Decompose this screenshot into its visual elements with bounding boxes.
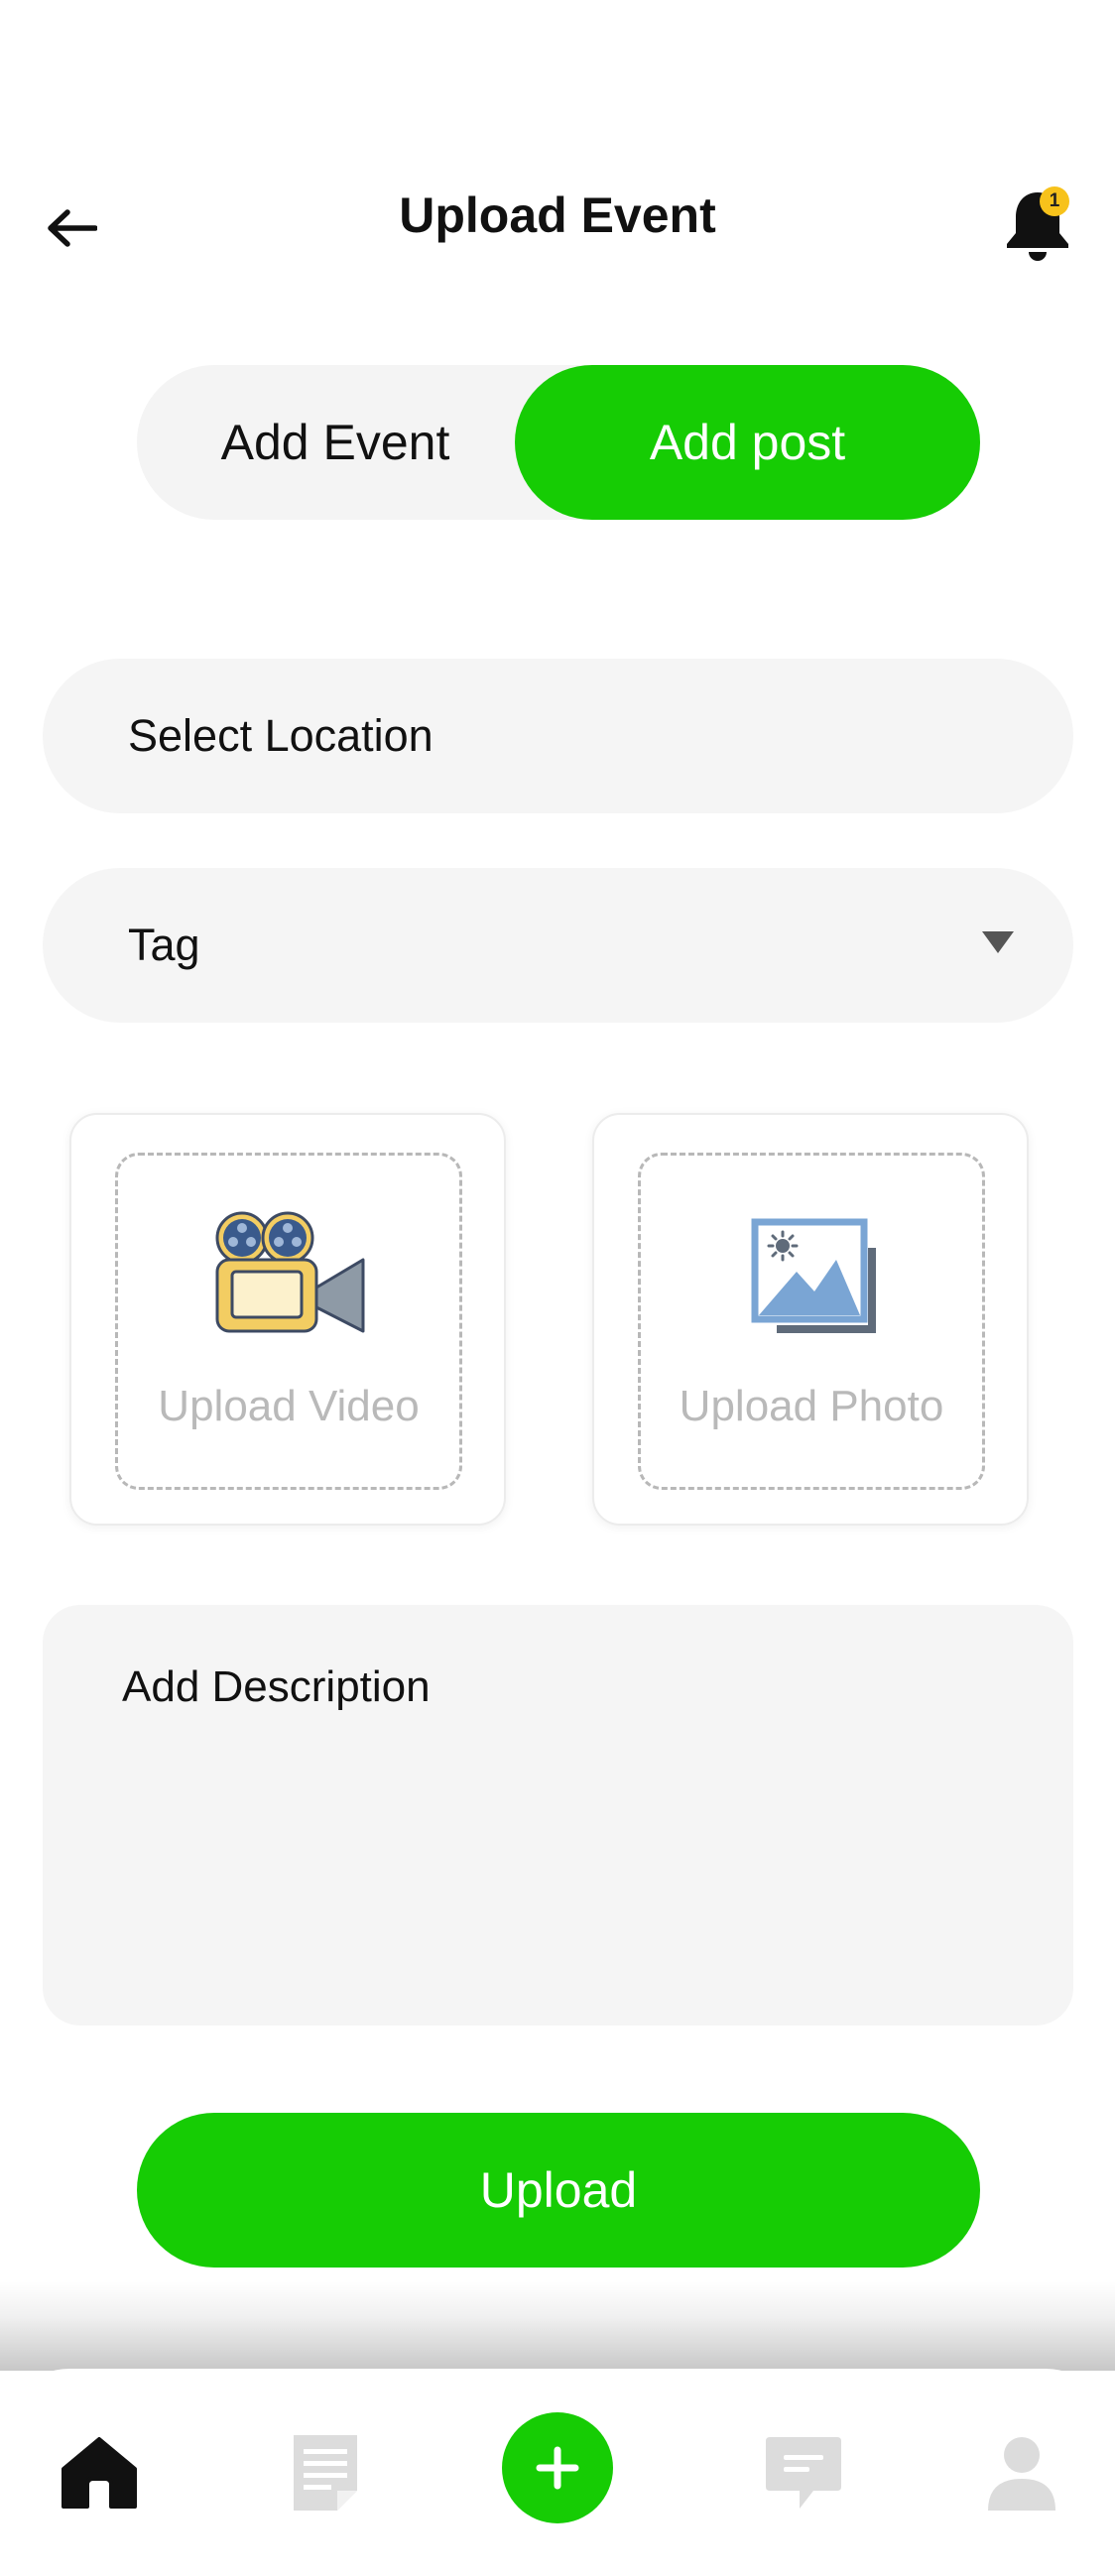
upload-photo-dropzone[interactable]: Upload Photo <box>638 1153 985 1490</box>
nav-home[interactable] <box>55 2428 144 2517</box>
bottom-nav-shadow <box>0 2281 1115 2371</box>
upload-photo-label: Upload Photo <box>679 1382 944 1430</box>
upload-video-label: Upload Video <box>158 1382 420 1430</box>
nav-documents[interactable] <box>281 2428 370 2517</box>
nav-create-button[interactable] <box>502 2412 613 2523</box>
page-title: Upload Event <box>399 187 716 243</box>
nav-messages[interactable] <box>759 2428 848 2517</box>
tab-add-post[interactable]: Add post <box>515 365 980 520</box>
description-placeholder: Add Description <box>122 1662 431 1711</box>
dropdown-caret-icon <box>982 931 1014 953</box>
image-gallery-icon <box>751 1218 876 1333</box>
upload-button[interactable]: Upload <box>137 2113 980 2268</box>
notification-badge: 1 <box>1040 186 1069 216</box>
tag-select[interactable]: Tag <box>43 868 1073 1023</box>
location-placeholder: Select Location <box>128 710 434 761</box>
upload-video-dropzone[interactable]: Upload Video <box>115 1153 462 1490</box>
tag-placeholder: Tag <box>128 920 200 970</box>
location-field[interactable]: Select Location <box>43 659 1073 813</box>
home-icon <box>62 2437 137 2509</box>
mode-toggle: Add Event Add post <box>137 365 980 520</box>
tab-add-event[interactable]: Add Event <box>137 365 534 520</box>
bottom-nav <box>0 2369 1115 2576</box>
document-icon <box>294 2435 357 2511</box>
video-camera-icon <box>215 1211 365 1333</box>
description-textarea[interactable]: Add Description <box>43 1605 1073 2025</box>
upload-video-card[interactable]: Upload Video <box>69 1113 506 1526</box>
nav-profile[interactable] <box>977 2428 1066 2517</box>
chat-icon <box>766 2437 841 2509</box>
plus-icon <box>536 2446 579 2490</box>
profile-icon <box>988 2437 1055 2511</box>
app-header: Upload Event 1 <box>0 149 1115 298</box>
upload-photo-card[interactable]: Upload Photo <box>592 1113 1029 1526</box>
